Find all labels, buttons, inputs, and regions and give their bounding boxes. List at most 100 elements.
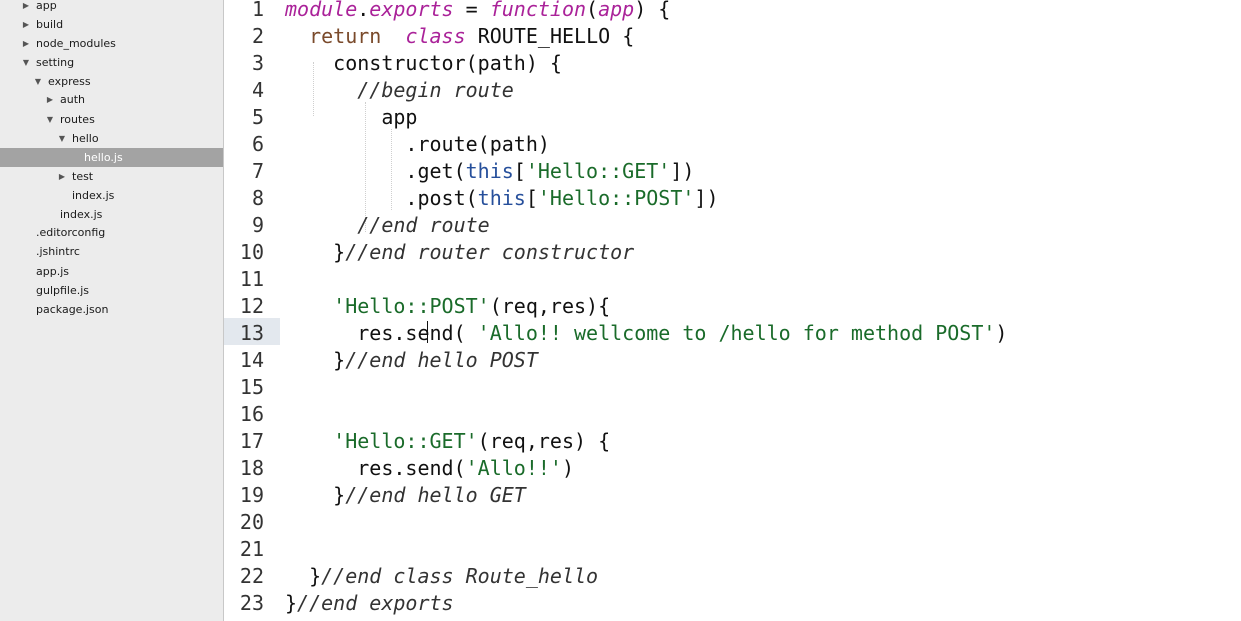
code-line[interactable]: res.send( 'Allo!! wellcome to /hello for… xyxy=(285,320,1007,347)
tree-item-label: auth xyxy=(60,93,85,106)
tree-item-label: test xyxy=(72,170,94,183)
code-line[interactable]: constructor(path) { xyxy=(285,50,562,77)
code-token: . xyxy=(357,0,370,21)
line-number: 10 xyxy=(239,240,264,264)
expanded-arrow-icon[interactable]: ▼ xyxy=(21,53,31,72)
code-line[interactable]: app xyxy=(285,104,417,131)
line-number: 18 xyxy=(239,456,264,480)
code-line[interactable]: 'Hello::POST'(req,res){ xyxy=(285,293,610,320)
line-number: 14 xyxy=(239,348,264,372)
code-line[interactable]: .route(path) xyxy=(285,131,550,158)
expanded-arrow-icon[interactable]: ▼ xyxy=(33,72,43,91)
collapsed-arrow-icon[interactable]: ▶ xyxy=(45,90,55,109)
tree-item-node-modules[interactable]: ▶ node_modules xyxy=(0,34,223,53)
code-line[interactable]: }//end router constructor xyxy=(285,239,634,266)
code-line[interactable]: //end route xyxy=(285,212,490,239)
tree-item-gulpfile-js[interactable]: gulpfile.js xyxy=(0,281,223,300)
code-token: ]) xyxy=(670,159,695,183)
line-number: 2 xyxy=(251,24,264,48)
tree-item-editorconfig[interactable]: .editorconfig xyxy=(0,223,223,242)
tree-item-label: node_modules xyxy=(36,37,116,50)
code-line[interactable]: }//end hello POST xyxy=(285,347,538,374)
code-token: } xyxy=(285,564,322,588)
code-editor[interactable]: 1 2 3 4 5 6 7 8 9 10 11 12 13 14 15 16 17 18 19 20 21 22 23 mo… xyxy=(224,0,1241,621)
tree-item-package-json[interactable]: package.json xyxy=(0,300,223,319)
line-number: 17 xyxy=(239,429,264,453)
code-token: //end route xyxy=(357,213,490,237)
tree-item-label: .jshintrc xyxy=(36,245,80,258)
line-number: 15 xyxy=(239,375,264,399)
line-number: 22 xyxy=(239,564,264,588)
code-line[interactable]: }//end exports xyxy=(285,590,454,617)
line-number: 20 xyxy=(239,510,264,534)
code-token: //begin route xyxy=(357,78,514,102)
code-line[interactable]: return class ROUTE_HELLO { xyxy=(285,23,634,50)
code-token: //end hello POST xyxy=(345,348,538,372)
code-token: ) { xyxy=(634,0,671,21)
code-token: return xyxy=(309,24,382,48)
code-token: this xyxy=(465,159,514,183)
collapsed-arrow-icon[interactable]: ▶ xyxy=(21,15,31,34)
code-line[interactable]: //begin route xyxy=(285,77,514,104)
line-number: 3 xyxy=(251,51,264,75)
code-line[interactable]: .get(this['Hello::GET']) xyxy=(285,158,694,185)
tree-item-setting[interactable]: ▼ setting xyxy=(0,53,223,72)
code-token: class xyxy=(405,24,466,48)
code-token: } xyxy=(285,483,346,507)
tree-item-express-index-js[interactable]: index.js xyxy=(0,205,223,224)
tree-item-routes[interactable]: ▼ routes xyxy=(0,110,223,129)
code-line[interactable]: module.exports = function(app) { xyxy=(285,0,670,23)
code-token: function xyxy=(489,0,587,21)
expanded-arrow-icon[interactable]: ▼ xyxy=(45,110,55,129)
collapsed-arrow-icon[interactable]: ▶ xyxy=(21,34,31,53)
code-token: .get( xyxy=(285,159,466,183)
code-line[interactable]: .post(this['Hello::POST']) xyxy=(285,185,719,212)
tree-item-hello-folder[interactable]: ▼ hello xyxy=(0,129,223,148)
code-token: = xyxy=(453,0,490,21)
code-token: //end class Route_hello xyxy=(321,564,599,588)
code-line[interactable]: }//end hello GET xyxy=(285,482,526,509)
tree-item-label: hello.js xyxy=(84,151,123,164)
line-number: 13 xyxy=(239,321,264,345)
code-token: ]) xyxy=(694,186,719,210)
collapsed-arrow-icon[interactable]: ▶ xyxy=(57,167,67,186)
line-number: 7 xyxy=(251,159,264,183)
tree-item-build[interactable]: ▶ build xyxy=(0,15,223,34)
code-token: //end exports xyxy=(297,591,454,615)
code-area[interactable]: module.exports = function(app) { return … xyxy=(285,0,1241,621)
tree-item-auth[interactable]: ▶ auth xyxy=(0,90,223,109)
tree-item-label: hello xyxy=(72,132,99,145)
tree-item-label: routes xyxy=(60,113,95,126)
code-token: [ xyxy=(525,186,538,210)
collapsed-arrow-icon[interactable]: ▶ xyxy=(21,0,31,15)
line-number: 21 xyxy=(239,537,264,561)
tree-item-label: index.js xyxy=(72,189,115,202)
line-number: 11 xyxy=(239,267,264,291)
tree-item-app[interactable]: ▶ app xyxy=(0,0,223,15)
code-token: res.send( xyxy=(285,321,478,345)
tree-item-hello-js[interactable]: hello.js xyxy=(0,148,223,167)
code-line[interactable]: 'Hello::GET'(req,res) { xyxy=(285,428,610,455)
expanded-arrow-icon[interactable]: ▼ xyxy=(57,129,67,148)
line-number-gutter: 1 2 3 4 5 6 7 8 9 10 11 12 13 14 15 16 17 18 19 20 21 22 23 xyxy=(224,0,280,621)
code-line[interactable]: res.send('Allo!!') xyxy=(285,455,574,482)
tree-item-express[interactable]: ▼ express xyxy=(0,72,223,91)
code-token: (req,res) { xyxy=(477,429,611,453)
code-token: module xyxy=(285,0,358,21)
tree-item-jshintrc[interactable]: .jshintrc xyxy=(0,242,223,261)
code-token: ) xyxy=(995,321,1008,345)
code-line[interactable]: }//end class Route_hello xyxy=(285,563,598,590)
code-token: 'Hello::GET' xyxy=(525,159,671,183)
tree-item-app-js[interactable]: app.js xyxy=(0,262,223,281)
tree-item-routes-index-js[interactable]: index.js xyxy=(0,186,223,205)
tree-item-label: gulpfile.js xyxy=(36,284,90,297)
tree-item-test[interactable]: ▶ test xyxy=(0,167,223,186)
code-token: ( xyxy=(586,0,599,21)
code-token: } xyxy=(285,348,346,372)
code-token: } xyxy=(285,591,298,615)
code-token: app xyxy=(285,105,418,129)
